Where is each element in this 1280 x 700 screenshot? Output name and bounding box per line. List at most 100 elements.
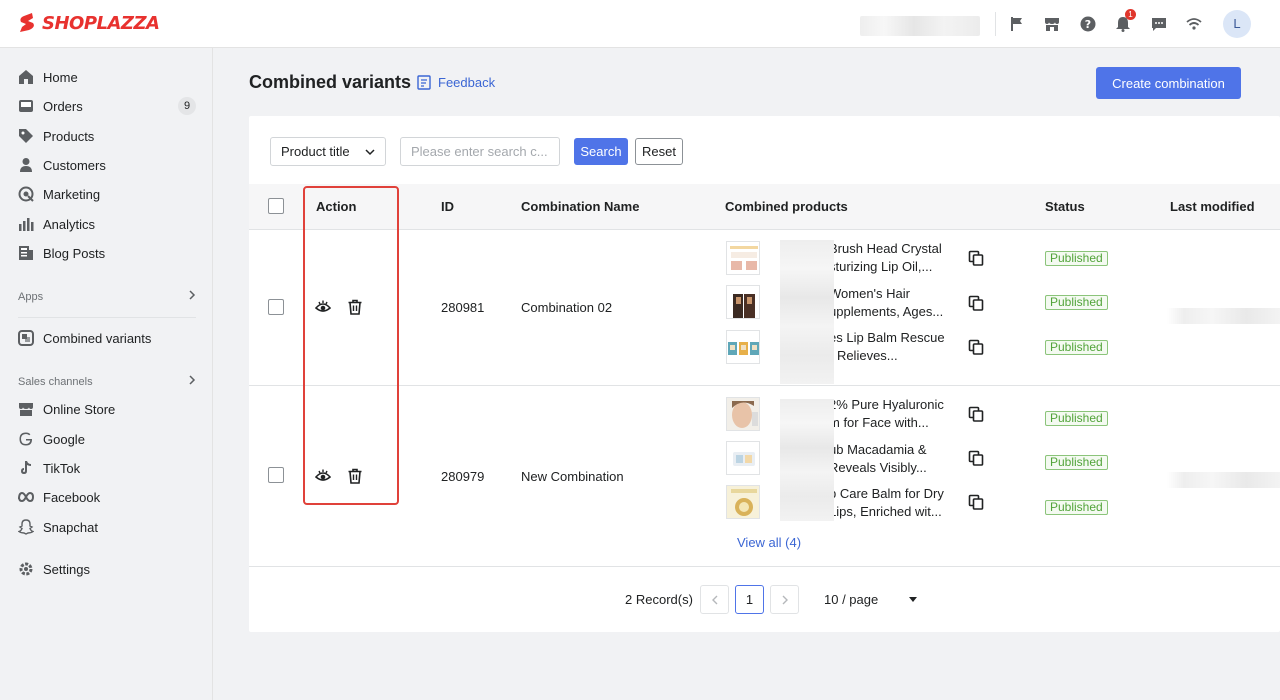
page-size-select[interactable]: 10 / page xyxy=(824,592,918,607)
row-divider xyxy=(249,385,1280,386)
person-icon xyxy=(20,158,32,172)
column-header-combination-name: Combination Name xyxy=(521,199,640,214)
column-header-last-modified: Last modified xyxy=(1170,199,1255,214)
top-bar: SHOPLAZZA ? 1 L xyxy=(0,0,1280,48)
product-thumbnail[interactable] xyxy=(726,330,760,364)
sidebar-item-tiktok[interactable]: TikTok xyxy=(18,456,196,480)
page-button-current[interactable]: 1 xyxy=(735,585,764,614)
product-thumbnail[interactable] xyxy=(726,485,760,519)
sidebar-item-combined-variants[interactable]: Combined variants xyxy=(18,326,196,350)
view-all-link[interactable]: View all (4) xyxy=(737,535,801,550)
row-id: 280981 xyxy=(441,300,485,315)
wifi-icon[interactable] xyxy=(1184,14,1204,34)
snapchat-icon xyxy=(18,519,34,535)
feedback-link[interactable]: Feedback xyxy=(417,75,495,90)
product-thumbnail[interactable] xyxy=(726,397,760,431)
sidebar-apps-section[interactable]: Apps xyxy=(18,290,196,303)
product-thumbnail[interactable] xyxy=(726,285,760,319)
shop-icon[interactable] xyxy=(1042,14,1062,34)
sales-channels-label: Sales channels xyxy=(18,375,93,388)
column-header-id: ID xyxy=(441,199,454,214)
copy-icon[interactable] xyxy=(968,450,984,466)
user-avatar[interactable]: L xyxy=(1223,10,1251,38)
product-name-link[interactable]: es Lip Balm Rescue - Relieves... xyxy=(829,329,949,365)
status-badge: Published xyxy=(1045,455,1108,470)
row-checkbox[interactable] xyxy=(268,467,284,483)
facebook-icon xyxy=(18,491,34,503)
sidebar-item-marketing[interactable]: Marketing xyxy=(18,182,196,206)
page-size-value: 10 / page xyxy=(824,592,879,607)
tiktok-icon xyxy=(21,461,31,474)
flag-icon[interactable] xyxy=(1007,14,1027,34)
status-badge: Published xyxy=(1045,500,1108,515)
trash-icon[interactable] xyxy=(347,299,363,315)
column-header-status: Status xyxy=(1045,199,1085,214)
product-name-link[interactable]: Brush Head Crystal sturizing Lip Oil,... xyxy=(829,240,949,276)
sidebar-divider xyxy=(18,317,196,318)
search-field-select[interactable]: Product title xyxy=(270,137,386,166)
copy-icon[interactable] xyxy=(968,339,984,355)
sidebar-item-customers[interactable]: Customers xyxy=(18,153,196,177)
chevron-right-icon xyxy=(188,290,196,303)
product-name-link[interactable]: ub Macadamia & Reveals Visibly... xyxy=(829,441,949,477)
row-combination-name: Combination 02 xyxy=(521,300,613,315)
help-icon[interactable]: ? xyxy=(1078,14,1098,34)
row-id: 280979 xyxy=(441,469,485,484)
next-page-button[interactable] xyxy=(770,585,799,614)
google-icon xyxy=(19,432,33,446)
copy-icon[interactable] xyxy=(968,494,984,510)
reset-button[interactable]: Reset xyxy=(635,138,683,165)
sidebar-item-label: Products xyxy=(43,128,95,144)
shoplazza-logo-icon xyxy=(20,13,34,32)
topbar-divider xyxy=(995,12,996,36)
sidebar-item-products[interactable]: Products xyxy=(18,124,196,148)
trash-icon[interactable] xyxy=(347,468,363,484)
previous-page-button[interactable] xyxy=(700,585,729,614)
sidebar-item-snapchat[interactable]: Snapchat xyxy=(18,515,196,539)
app-icon xyxy=(18,330,34,346)
row-combination-name: New Combination xyxy=(521,469,624,484)
product-name-link[interactable]: Women's Hair upplements, Ages... xyxy=(829,285,949,321)
product-name-link[interactable]: 2% Pure Hyaluronic m for Face with... xyxy=(829,396,949,432)
home-icon xyxy=(19,70,33,84)
sidebar-item-facebook[interactable]: Facebook xyxy=(18,485,196,509)
create-combination-button[interactable]: Create combination xyxy=(1096,67,1241,99)
copy-icon[interactable] xyxy=(968,406,984,422)
sidebar-item-label: Combined variants xyxy=(43,330,152,346)
blurred-product-name xyxy=(780,240,834,384)
sidebar-item-settings[interactable]: Settings xyxy=(18,557,196,581)
sidebar-item-label: Analytics xyxy=(43,216,96,232)
sidebar-item-label: Home xyxy=(43,69,78,85)
select-all-checkbox[interactable] xyxy=(268,198,284,214)
copy-icon[interactable] xyxy=(968,250,984,266)
sidebar-item-home[interactable]: Home xyxy=(18,65,196,89)
column-header-combined-products: Combined products xyxy=(725,199,848,214)
chat-icon[interactable] xyxy=(1149,14,1169,34)
status-badge: Published xyxy=(1045,340,1108,355)
orders-icon xyxy=(19,100,33,112)
blurred-last-modified xyxy=(1167,472,1280,488)
sidebar-item-google[interactable]: Google xyxy=(18,427,196,451)
copy-icon[interactable] xyxy=(968,295,984,311)
product-thumbnail[interactable] xyxy=(726,241,760,275)
search-button[interactable]: Search xyxy=(574,138,628,165)
sidebar-sales-channels-section[interactable]: Sales channels xyxy=(18,375,196,388)
feedback-label: Feedback xyxy=(438,75,496,90)
sidebar-item-online-store[interactable]: Online Store xyxy=(18,397,196,421)
column-header-action: Action xyxy=(316,199,357,214)
chevron-right-icon xyxy=(782,595,788,604)
chevron-down-icon xyxy=(365,148,375,155)
sidebar-item-orders[interactable]: Orders 9 xyxy=(18,94,196,118)
sidebar-item-analytics[interactable]: Analytics xyxy=(18,212,196,236)
notification-badge: 1 xyxy=(1125,9,1136,20)
sidebar-item-blog-posts[interactable]: Blog Posts xyxy=(18,241,196,265)
search-input[interactable] xyxy=(400,137,560,166)
brand-name: SHOPLAZZA xyxy=(42,12,160,34)
brand-logo[interactable]: SHOPLAZZA xyxy=(18,12,160,34)
eye-icon[interactable] xyxy=(315,299,331,315)
product-name-link[interactable]: p Care Balm for Dry Lips, Enriched wit... xyxy=(829,485,949,521)
eye-icon[interactable] xyxy=(315,468,331,484)
store-name-blurred[interactable] xyxy=(860,16,980,36)
row-checkbox[interactable] xyxy=(268,299,284,315)
product-thumbnail[interactable] xyxy=(726,441,760,475)
